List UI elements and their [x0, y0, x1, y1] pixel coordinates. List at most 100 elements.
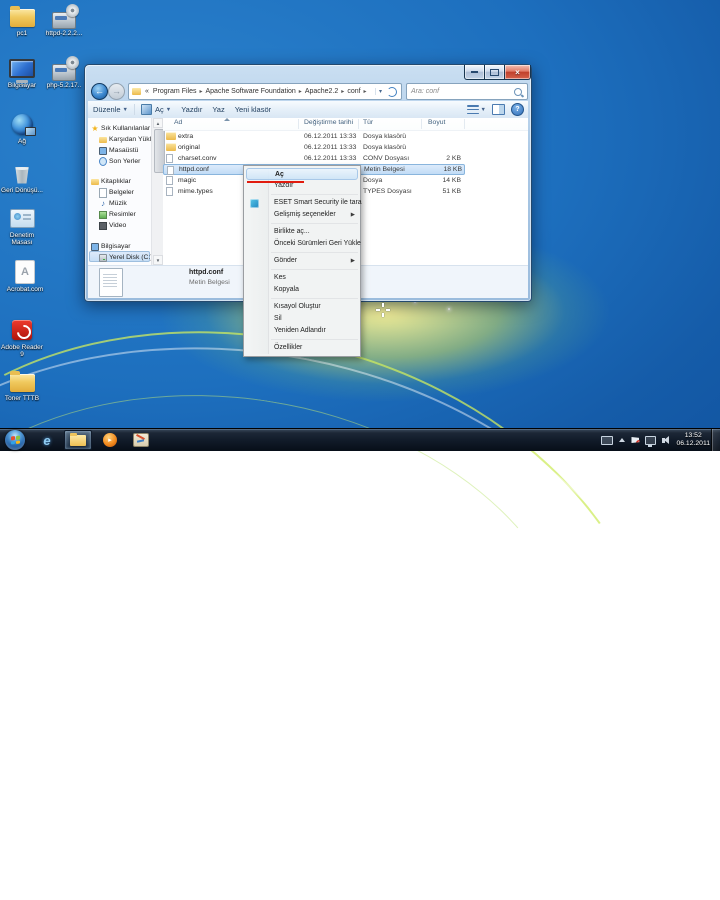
device-tray-icon[interactable] — [601, 436, 613, 445]
desktop-icon-label: Denetim Masası — [0, 232, 44, 246]
new-folder-label: Yeni klasör — [235, 105, 271, 114]
file-icon — [166, 154, 173, 163]
taskbar-paint-button[interactable] — [127, 430, 155, 450]
show-hidden-icons-arrow[interactable] — [619, 438, 625, 442]
scroll-down-icon[interactable]: ▼ — [153, 255, 163, 265]
folder-icon — [10, 374, 35, 392]
nav-item-documents[interactable]: Belgeler — [88, 187, 151, 198]
wallpaper-arc — [0, 272, 720, 900]
nav-favorites-header[interactable]: ★ Sık Kullanılanlar — [88, 123, 151, 134]
column-header-modified[interactable]: Değiştirme tarihi — [304, 119, 353, 126]
print-button[interactable]: Yazdır — [176, 102, 207, 117]
open-button[interactable]: Aç ▼ — [136, 102, 176, 117]
nav-item-pictures[interactable]: Resimler — [88, 209, 151, 220]
action-center-alert-icon: × — [636, 440, 642, 446]
back-button[interactable]: ← — [91, 83, 108, 100]
menu-item-rename[interactable]: Yeniden Adlandır — [244, 325, 360, 337]
nav-item-recent-places[interactable]: Son Yerler — [88, 156, 151, 167]
menu-item-open[interactable]: Aç — [246, 168, 358, 180]
explorer-folder-icon — [70, 435, 86, 446]
menu-item-eset-scan[interactable]: ESET Smart Security ile tara — [244, 197, 360, 209]
menu-item-send-to[interactable]: Gönder▶ — [244, 255, 360, 267]
file-row-original[interactable]: original 06.12.2011 13:33 Dosya klasörü — [163, 142, 528, 153]
help-icon[interactable]: ? — [511, 103, 524, 116]
menu-item-create-shortcut[interactable]: Kısayol Oluştur — [244, 301, 360, 313]
column-header-type[interactable]: Tür — [363, 119, 373, 126]
context-menu: Aç Yazdır ESET Smart Security ile tara G… — [243, 165, 361, 357]
nav-libraries-header[interactable]: Kitaplıklar — [88, 176, 151, 187]
file-row-extra[interactable]: extra 06.12.2011 13:33 Dosya klasörü — [163, 131, 528, 142]
desktop-icon-toner-folder[interactable]: Toner TTTB — [0, 368, 44, 402]
column-header-size[interactable]: Boyut — [428, 119, 445, 126]
desktop-icon-network[interactable]: Ağ — [0, 111, 44, 145]
chevron-down-icon[interactable]: ▼ — [481, 107, 486, 113]
address-bar[interactable]: « Program Files ▸ Apache Software Founda… — [128, 83, 402, 100]
menu-item-delete[interactable]: Sil — [244, 313, 360, 325]
taskbar-internet-explorer-button[interactable]: e — [33, 430, 61, 450]
taskbar-explorer-button-active[interactable] — [64, 430, 92, 450]
forward-button[interactable]: → — [108, 83, 125, 100]
folder-icon — [166, 143, 176, 151]
taskbar-clock[interactable]: 13:52 06.12.2011 — [676, 432, 710, 448]
desktop-icon-acrobat-com[interactable]: A Acrobat.com — [0, 259, 50, 293]
breadcrumb-overflow[interactable]: « — [143, 88, 151, 95]
burn-button[interactable]: Yaz — [207, 102, 229, 117]
desktop-icon-computer[interactable]: Bilgisayar — [0, 55, 44, 89]
breadcrumb-apache-software-foundation[interactable]: Apache Software Foundation — [204, 88, 298, 95]
nav-pane-scrollbar[interactable]: ▲ ▼ — [151, 118, 163, 265]
chevron-down-icon: ▼ — [166, 107, 171, 113]
burn-label: Yaz — [212, 105, 224, 114]
desktop-icon-php-installer[interactable]: php-5.2.17.. — [40, 55, 88, 89]
menu-item-advanced-options[interactable]: Gelişmiş seçenekler▶ — [244, 209, 360, 221]
nav-item-local-disk-c[interactable]: Yerel Disk (C:) — [88, 252, 151, 263]
close-button[interactable]: × — [505, 65, 531, 80]
address-dropdown-icon[interactable]: ▾ — [375, 88, 385, 95]
preview-pane-icon[interactable] — [492, 104, 505, 115]
menu-item-properties[interactable]: Özellikler — [244, 342, 360, 354]
menu-item-cut[interactable]: Kes — [244, 272, 360, 284]
chevron-down-icon: ▼ — [123, 107, 128, 113]
nav-item-downloads[interactable]: Karşıdan Yüklemeler — [88, 134, 151, 145]
organize-button[interactable]: Düzenle ▼ — [88, 102, 133, 117]
change-view-icon[interactable] — [467, 104, 479, 115]
nav-computer-header[interactable]: Bilgisayar — [88, 241, 151, 252]
desktop-icon-httpd-installer[interactable]: httpd-2.2.2... — [40, 3, 88, 37]
breadcrumb-program-files[interactable]: Program Files — [151, 88, 199, 95]
menu-item-restore-previous-versions[interactable]: Önceki Sürümleri Geri Yükle — [244, 238, 360, 250]
network-globe-icon — [12, 114, 33, 135]
folder-icon — [166, 132, 176, 140]
breadcrumb-conf[interactable]: conf — [345, 88, 362, 95]
adobe-reader-icon — [12, 320, 32, 340]
acrobat-icon: A — [15, 260, 35, 284]
desktop-icon-control-panel[interactable]: Denetim Masası — [0, 205, 44, 246]
new-folder-button[interactable]: Yeni klasör — [230, 102, 276, 117]
network-tray-icon[interactable] — [645, 436, 656, 445]
desktop-icon-pc1[interactable]: pc1 — [0, 3, 44, 37]
star-icon: ★ — [91, 125, 99, 133]
refresh-icon[interactable] — [387, 87, 397, 97]
volume-tray-icon[interactable] — [662, 438, 665, 443]
minimize-button[interactable] — [464, 65, 485, 80]
show-desktop-button[interactable] — [711, 429, 720, 451]
start-button[interactable] — [5, 430, 25, 450]
action-center-flag-icon[interactable]: × — [631, 437, 639, 443]
desktop-icon-recycle-bin[interactable]: Geri Dönüşü... — [0, 160, 44, 194]
mouse-cursor-crosshair — [376, 303, 390, 317]
nav-item-video[interactable]: Video — [88, 220, 151, 231]
search-box[interactable]: Ara: conf — [406, 83, 528, 100]
nav-item-music[interactable]: ♪ Müzik — [88, 198, 151, 209]
breadcrumb-apache22[interactable]: Apache2.2 — [303, 88, 340, 95]
desktop-icon-adobe-reader[interactable]: Adobe Reader 9 — [0, 317, 44, 358]
search-icon[interactable] — [514, 88, 522, 96]
file-row-charset-conv[interactable]: charset.conv 06.12.2011 13:33 CONV Dosya… — [163, 153, 528, 164]
menu-item-open-with[interactable]: Birlikte aç... — [244, 226, 360, 238]
column-header-name[interactable]: Ad — [174, 119, 182, 126]
pictures-icon — [99, 211, 107, 219]
maximize-button[interactable] — [485, 65, 505, 80]
menu-item-copy[interactable]: Kopyala — [244, 284, 360, 296]
desktop-icon — [99, 147, 107, 155]
taskbar-media-player-button[interactable]: ▸ — [96, 430, 124, 450]
open-app-icon — [141, 104, 152, 115]
nav-item-desktop[interactable]: Masaüstü — [88, 145, 151, 156]
scroll-up-icon[interactable]: ▲ — [153, 118, 163, 128]
